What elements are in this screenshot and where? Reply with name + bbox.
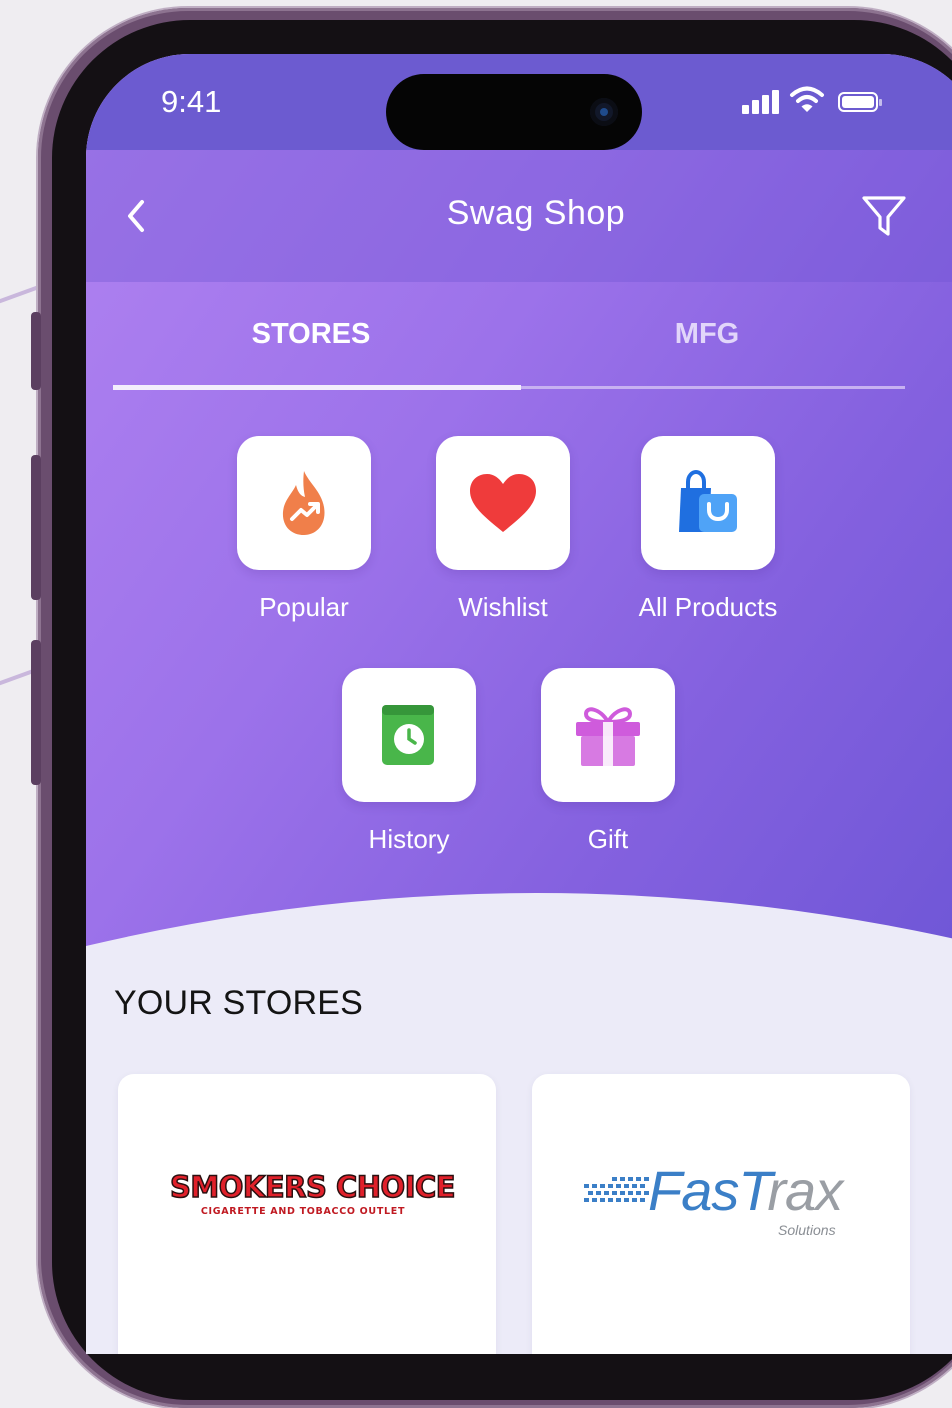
smokers-choice-logo: SMOKERS CHOICE CIGARETTE AND TOBACCO OUT… bbox=[169, 1169, 456, 1246]
category-wishlist[interactable]: Wishlist bbox=[436, 436, 570, 622]
store-card-fastrax[interactable]: FasTrax Solutions bbox=[532, 1074, 910, 1354]
tab-bar: STORES MFG bbox=[113, 282, 905, 392]
filter-icon[interactable] bbox=[860, 192, 908, 240]
gift-icon bbox=[576, 707, 640, 766]
category-label: All Products bbox=[638, 592, 778, 622]
status-time: 9:41 bbox=[161, 84, 222, 119]
heart-icon bbox=[470, 474, 536, 532]
category-gift[interactable]: Gift bbox=[541, 668, 675, 854]
tab-active-indicator bbox=[113, 385, 521, 390]
category-popular[interactable]: Popular bbox=[237, 436, 371, 622]
section-curve bbox=[86, 893, 952, 1080]
category-label: Gift bbox=[587, 824, 629, 854]
tab-mfg[interactable]: MFG bbox=[509, 318, 905, 351]
tab-stores[interactable]: STORES bbox=[113, 318, 509, 351]
flame-trending-icon bbox=[282, 471, 325, 535]
category-tile[interactable] bbox=[436, 436, 570, 570]
store-name: SMOKERS CHOICE bbox=[169, 1169, 456, 1205]
app-screen: 9:41 Swag Shop STORES MFG Popular Wishli… bbox=[86, 54, 952, 1354]
page-title: Swag Shop bbox=[446, 194, 626, 232]
fastrax-logo: FasTrax Solutions bbox=[584, 1159, 864, 1240]
nav-bar: Swag Shop bbox=[86, 150, 952, 282]
battery-icon bbox=[838, 92, 882, 112]
shopping-bags-icon bbox=[679, 469, 737, 532]
phone-side-button bbox=[31, 455, 41, 600]
camera-icon bbox=[590, 98, 618, 126]
signal-icon bbox=[742, 90, 782, 114]
fastrax-mark-icon bbox=[584, 1177, 649, 1202]
status-bar: 9:41 bbox=[86, 54, 952, 150]
dynamic-island bbox=[386, 74, 642, 150]
section-title: YOUR STORES bbox=[114, 984, 364, 1022]
phone-side-button bbox=[31, 640, 41, 785]
store-name: FasTrax bbox=[648, 1159, 843, 1222]
store-tagline: CIGARETTE AND TOBACCO OUTLET bbox=[200, 1206, 406, 1217]
category-all-products[interactable]: All Products bbox=[639, 436, 777, 622]
store-tagline: Solutions bbox=[778, 1222, 836, 1238]
category-tile[interactable] bbox=[237, 436, 371, 570]
clock-book-icon bbox=[382, 705, 434, 765]
phone-side-button bbox=[31, 312, 41, 390]
category-history[interactable]: History bbox=[342, 668, 476, 854]
category-tile[interactable] bbox=[541, 668, 675, 802]
wifi-icon bbox=[790, 86, 824, 112]
store-card-smokers-choice[interactable]: SMOKERS CHOICE CIGARETTE AND TOBACCO OUT… bbox=[118, 1074, 496, 1354]
category-tile[interactable] bbox=[641, 436, 775, 570]
category-tile[interactable] bbox=[342, 668, 476, 802]
